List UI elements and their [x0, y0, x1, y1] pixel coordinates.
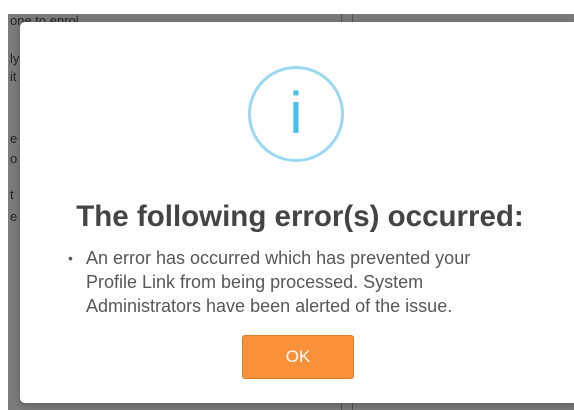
error-message-list: An error has occurred which has prevente… [68, 246, 526, 318]
background-text-fragment: t [10, 187, 14, 202]
info-icon: i [248, 66, 344, 162]
screen: one to enrol ly it e o t e s i The follo… [0, 0, 574, 410]
ok-button[interactable]: OK [242, 335, 354, 379]
background-text-fragment: e [10, 131, 18, 146]
background-text-fragment: o [10, 151, 18, 166]
error-dialog: i The following error(s) occurred: An er… [20, 22, 574, 403]
error-message-item: An error has occurred which has prevente… [68, 246, 526, 318]
dialog-title: The following error(s) occurred: [76, 200, 524, 233]
background-text-fragment: ly [10, 51, 20, 66]
background-text-fragment: it [10, 69, 17, 84]
